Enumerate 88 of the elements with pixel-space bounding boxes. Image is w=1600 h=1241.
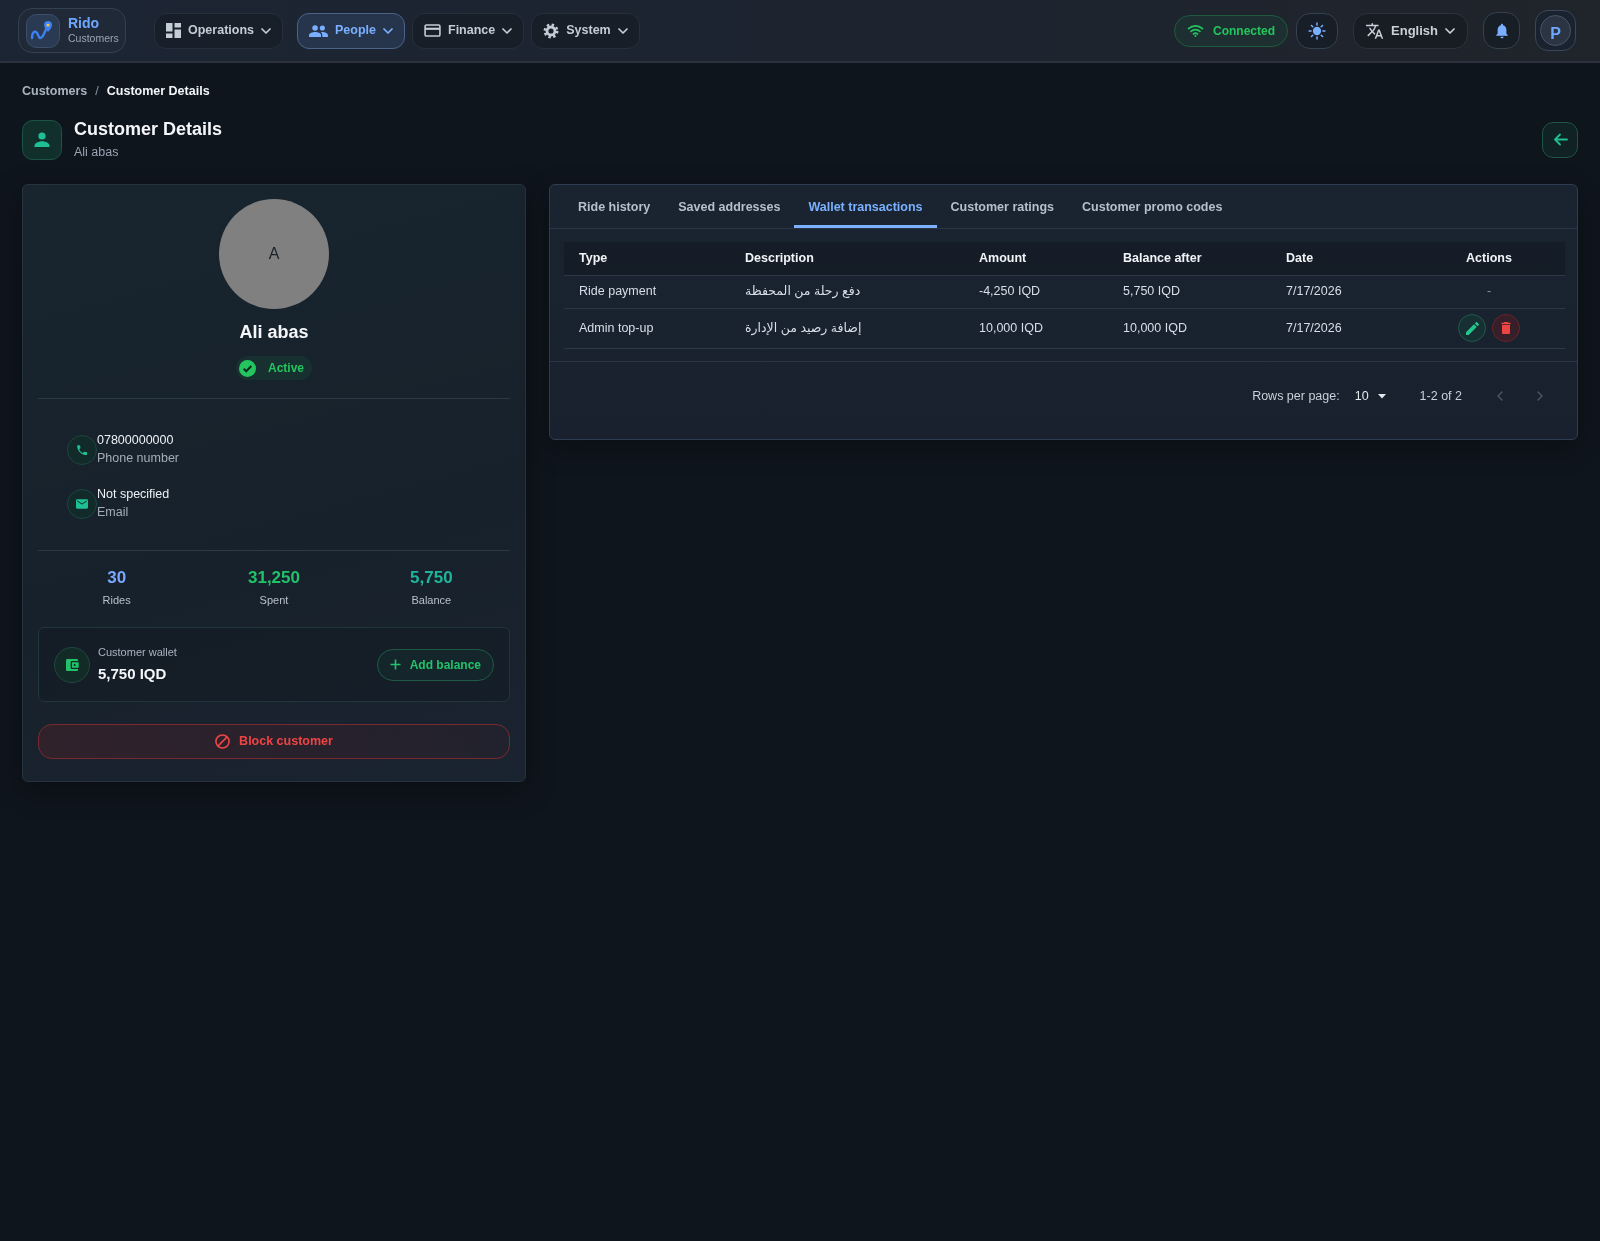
customer-name: Ali abas [238, 321, 310, 344]
nav-menu-button[interactable]: People [297, 12, 405, 49]
contact-value: 07800000000 [97, 432, 175, 450]
sun-icon [1308, 21, 1327, 40]
arrow-left-icon [1552, 133, 1568, 147]
table-cell: 7/17/2026 [1271, 275, 1413, 308]
block-icon [215, 734, 231, 750]
breadcrumb-separator: / [95, 83, 99, 100]
add-balance-button[interactable]: Add balance [376, 648, 494, 681]
delete-button[interactable] [1492, 314, 1520, 342]
table-cell: إضافة رصيد من الإدارة [745, 320, 862, 335]
rows-per-page-select[interactable]: 10 [1354, 386, 1386, 406]
stat-label: Spent [258, 592, 290, 608]
column-header: Date [1271, 242, 1413, 275]
plus-icon [389, 659, 401, 671]
column-header: Actions [1413, 242, 1565, 275]
translate-icon [1366, 21, 1385, 40]
chevron-right-icon [1537, 391, 1543, 401]
people-icon [309, 24, 328, 37]
trash-icon [1501, 322, 1511, 334]
stat-value: 5,750 [409, 568, 454, 589]
back-button[interactable] [1542, 121, 1578, 158]
tab[interactable]: Wallet transactions [794, 185, 937, 228]
table-cell: Ride payment [564, 275, 730, 308]
table-cell: 10,000 IQD [964, 308, 1108, 348]
theme-toggle-button[interactable] [1296, 12, 1339, 49]
check-circle-icon [239, 359, 256, 377]
contact-label: Phone number [97, 449, 179, 467]
column-header: Balance after [1108, 242, 1271, 275]
table-cell: - [1486, 284, 1492, 299]
breadcrumb-current: Customer Details [106, 83, 210, 100]
stat-value: 30 [106, 568, 128, 589]
person-icon [22, 119, 62, 160]
avatar-circle: A [219, 199, 329, 309]
chevron-down-icon [502, 27, 513, 34]
table-cell: 5,750 IQD [1108, 275, 1271, 308]
status-badge: Active [236, 356, 312, 381]
section-name: Customers [68, 31, 119, 45]
nav-menu-button[interactable]: System [531, 12, 640, 49]
table-cell: دفع رحلة من المحفظة [745, 284, 861, 299]
caret-down-icon [1377, 393, 1386, 399]
table-cell: 7/17/2026 [1271, 308, 1413, 348]
contact-label: Email [97, 503, 130, 521]
wallet-icon [54, 646, 90, 683]
nav-menu-button[interactable]: Operations [154, 12, 283, 49]
column-header: Description [730, 242, 964, 275]
tab[interactable]: Ride history [564, 185, 665, 228]
block-customer-button[interactable]: Block customer [38, 724, 510, 760]
stat-value: 31,250 [247, 568, 301, 589]
table-cell: Admin top-up [564, 308, 730, 348]
table-cell: -4,250 IQD [964, 275, 1108, 308]
tab[interactable]: Customer promo codes [1068, 185, 1237, 228]
edit-button[interactable] [1458, 314, 1486, 342]
chevron-down-icon [261, 27, 271, 34]
language-select[interactable]: English [1353, 12, 1468, 49]
stat-label: Balance [410, 592, 453, 608]
wifi-icon [1187, 24, 1205, 37]
column-header: Type [564, 242, 730, 275]
page-range: 1-2 of 2 [1419, 387, 1462, 405]
rows-per-page-label: Rows per page: [1252, 387, 1340, 405]
bell-icon [1494, 22, 1509, 39]
chevron-down-icon [383, 27, 393, 34]
contact-value: Not specified [97, 486, 170, 504]
page-subtitle: Ali abas [74, 144, 120, 162]
notifications-button[interactable] [1483, 12, 1520, 49]
page-title: Customer Details [74, 117, 223, 141]
wallet-amount: 5,750 IQD [98, 663, 168, 684]
phone-icon [67, 434, 97, 465]
connection-status: Connected [1174, 14, 1289, 47]
app-name: Rido [68, 16, 101, 32]
pencil-icon [1465, 321, 1479, 335]
nav-menu-button[interactable]: Finance [412, 12, 525, 49]
stat-label: Rides [101, 592, 132, 608]
dashboard-icon [166, 23, 181, 38]
chevron-down-icon [617, 27, 628, 34]
chevron-left-icon [1497, 391, 1503, 401]
tab[interactable]: Customer ratings [936, 185, 1069, 228]
user-avatar-button[interactable]: P [1535, 10, 1576, 51]
route-logo-icon [26, 13, 60, 48]
card-icon [424, 24, 441, 37]
gear-icon [543, 22, 560, 39]
tab[interactable]: Saved addresses [664, 185, 795, 228]
mail-icon [67, 488, 97, 519]
column-header: Amount [964, 242, 1108, 275]
wallet-label: Customer wallet [98, 645, 177, 661]
table-cell: 10,000 IQD [1108, 308, 1271, 348]
chevron-down-icon [1445, 27, 1455, 34]
breadcrumb-link[interactable]: Customers [22, 82, 88, 101]
